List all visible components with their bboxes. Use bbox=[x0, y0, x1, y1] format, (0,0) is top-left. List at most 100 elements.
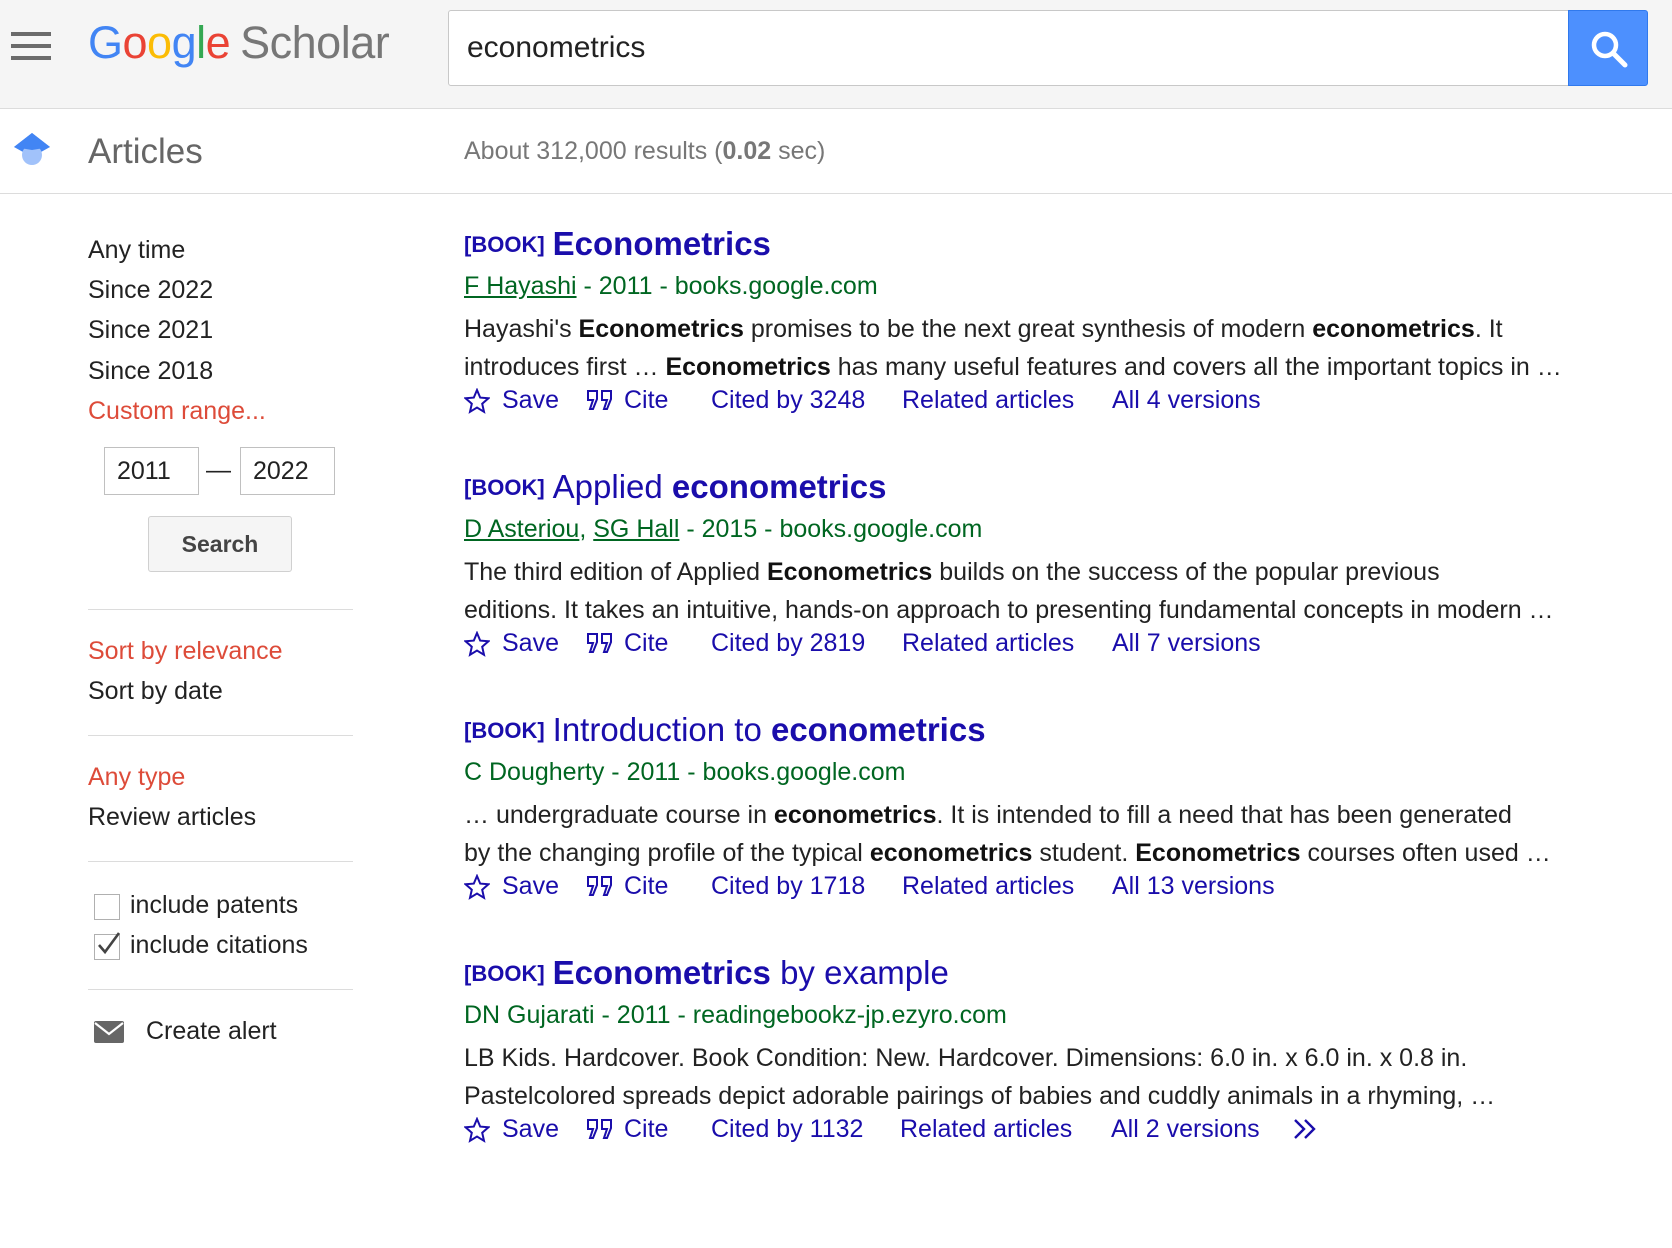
result-title-link[interactable]: Econometrics bbox=[553, 225, 771, 262]
date-search-button[interactable]: Search bbox=[148, 516, 292, 572]
year-from-input[interactable] bbox=[104, 447, 199, 495]
top-bar: Google Scholar bbox=[0, 0, 1672, 109]
snippet-highlight: Econometrics bbox=[578, 315, 744, 343]
snippet-text: The third edition of Applied bbox=[464, 558, 767, 586]
result-item: [BOOK] Introduction to econometrics C Doug… bbox=[463, 680, 1644, 901]
cite-link[interactable]: Cite bbox=[624, 386, 668, 415]
logo-scholar: Scholar bbox=[240, 17, 390, 68]
star-icon[interactable] bbox=[463, 387, 491, 421]
result-title-link[interactable]: Applied econometrics bbox=[553, 468, 887, 505]
snippet-text: builds on the success of the popular pre… bbox=[932, 558, 1440, 586]
divider bbox=[88, 989, 353, 990]
snippet-text: by the changing profile of the typical bbox=[464, 839, 870, 867]
sub-header: Articles About 312,000 results (0.02 sec… bbox=[0, 110, 1672, 194]
cited-by-link[interactable]: Cited by 1132 bbox=[711, 1115, 863, 1144]
title-text: Introduction to bbox=[552, 711, 771, 748]
include-citations-checkbox[interactable] bbox=[94, 932, 121, 960]
filter-since-2018[interactable]: Since 2018 bbox=[88, 357, 213, 386]
result-type-tag: [BOOK] bbox=[464, 961, 545, 986]
author-link[interactable]: SG Hall bbox=[593, 515, 679, 543]
snippet-line: … undergraduate course in econometrics. … bbox=[464, 796, 1644, 834]
author-link[interactable]: D Asteriou bbox=[464, 515, 579, 543]
result-meta: D Asteriou, SG Hall - 2015 - books.googl… bbox=[464, 515, 982, 544]
versions-link[interactable]: All 7 versions bbox=[1112, 629, 1261, 658]
snippet-line: Hayashi's Econometrics promises to be th… bbox=[464, 310, 1644, 348]
quote-icon[interactable] bbox=[586, 874, 614, 905]
filter-any-type[interactable]: Any type bbox=[88, 763, 185, 792]
author-link[interactable]: F Hayashi bbox=[464, 272, 577, 300]
filter-since-2022[interactable]: Since 2022 bbox=[88, 276, 213, 305]
result-snippet: LB Kids. Hardcover. Book Condition: New.… bbox=[464, 1039, 1644, 1115]
include-citations-label[interactable]: include citations bbox=[130, 931, 308, 960]
divider bbox=[88, 861, 353, 862]
cited-by-link[interactable]: Cited by 2819 bbox=[711, 629, 865, 658]
result-item: [BOOK] Applied econometrics D Asteriou, SG… bbox=[463, 437, 1644, 658]
filter-custom-range[interactable]: Custom range... bbox=[88, 397, 266, 426]
save-link[interactable]: Save bbox=[502, 386, 559, 415]
result-type-tag: [BOOK] bbox=[464, 475, 545, 500]
snippet-text: has many useful features and covers all … bbox=[830, 353, 1562, 381]
result-title-link[interactable]: Econometrics by example bbox=[553, 954, 949, 991]
snippet-text: editions. It takes an intuitive, hands-o… bbox=[464, 596, 1554, 624]
save-link[interactable]: Save bbox=[502, 872, 559, 901]
include-patents-checkbox[interactable] bbox=[94, 894, 120, 920]
result-meta: DN Gujarati - 2011 - readingebookz-jp.ez… bbox=[464, 1001, 1007, 1030]
related-articles-link[interactable]: Related articles bbox=[902, 872, 1074, 901]
search-input[interactable] bbox=[449, 11, 1568, 85]
cited-by-link[interactable]: Cited by 1718 bbox=[711, 872, 865, 901]
save-link[interactable]: Save bbox=[502, 629, 559, 658]
star-icon[interactable] bbox=[463, 1116, 491, 1150]
include-patents-label[interactable]: include patents bbox=[130, 891, 298, 920]
filter-any-time[interactable]: Any time bbox=[88, 236, 185, 265]
create-alert-link[interactable]: Create alert bbox=[146, 1017, 277, 1046]
snippet-text: student. bbox=[1032, 839, 1136, 867]
section-label: Articles bbox=[88, 132, 203, 171]
search-button[interactable] bbox=[1568, 10, 1648, 86]
related-articles-link[interactable]: Related articles bbox=[902, 629, 1074, 658]
year-separator: — bbox=[206, 456, 231, 484]
result-meta: C Dougherty - 2011 - books.google.com bbox=[464, 758, 905, 787]
save-link[interactable]: Save bbox=[502, 1115, 559, 1144]
filter-review-articles[interactable]: Review articles bbox=[88, 803, 256, 832]
sort-by-date[interactable]: Sort by date bbox=[88, 677, 223, 706]
related-articles-link[interactable]: Related articles bbox=[900, 1115, 1072, 1144]
year-to-input[interactable] bbox=[240, 447, 335, 495]
title-text-bold: econometrics bbox=[671, 468, 887, 505]
snippet-highlight: Econometrics bbox=[1135, 839, 1301, 867]
snippet-highlight: econometrics bbox=[773, 801, 937, 829]
snippet-highlight: econometrics bbox=[869, 839, 1033, 867]
cite-link[interactable]: Cite bbox=[624, 872, 668, 901]
snippet-line: The third edition of Applied Econometric… bbox=[464, 553, 1644, 591]
logo-google: Google bbox=[88, 17, 231, 68]
google-scholar-logo[interactable]: Google Scholar bbox=[88, 14, 390, 72]
sort-by-relevance[interactable]: Sort by relevance bbox=[88, 637, 283, 666]
search-box bbox=[448, 10, 1569, 86]
result-title-link[interactable]: Introduction to econometrics bbox=[553, 711, 986, 748]
versions-link[interactable]: All 4 versions bbox=[1112, 386, 1261, 415]
cited-by-link[interactable]: Cited by 3248 bbox=[711, 386, 865, 415]
quote-icon[interactable] bbox=[586, 388, 614, 419]
versions-link[interactable]: All 2 versions bbox=[1111, 1115, 1260, 1144]
star-icon[interactable] bbox=[463, 873, 491, 907]
divider bbox=[88, 735, 353, 736]
cite-link[interactable]: Cite bbox=[624, 1115, 668, 1144]
more-icon[interactable] bbox=[1292, 1117, 1322, 1148]
quote-icon[interactable] bbox=[586, 1117, 614, 1148]
result-snippet: … undergraduate course in econometrics. … bbox=[464, 796, 1644, 872]
related-articles-link[interactable]: Related articles bbox=[902, 386, 1074, 415]
star-icon[interactable] bbox=[463, 630, 491, 664]
result-source: - 2011 - books.google.com bbox=[604, 758, 906, 786]
menu-icon[interactable] bbox=[11, 32, 51, 60]
author-name: DN Gujarati bbox=[464, 1001, 595, 1029]
snippet-text: Pastelcolored spreads depict adorable pa… bbox=[464, 1082, 1496, 1110]
filter-since-2021[interactable]: Since 2021 bbox=[88, 316, 213, 345]
result-source: - 2015 - books.google.com bbox=[679, 515, 983, 543]
divider bbox=[88, 609, 353, 610]
cite-link[interactable]: Cite bbox=[624, 629, 668, 658]
snippet-text: . It is intended to fill a need that has… bbox=[936, 801, 1512, 829]
result-meta: F Hayashi - 2011 - books.google.com bbox=[464, 272, 878, 301]
quote-icon[interactable] bbox=[586, 631, 614, 662]
versions-link[interactable]: All 13 versions bbox=[1112, 872, 1275, 901]
snippet-line: Pastelcolored spreads depict adorable pa… bbox=[464, 1077, 1644, 1115]
snippet-highlight: econometrics bbox=[1312, 315, 1475, 343]
